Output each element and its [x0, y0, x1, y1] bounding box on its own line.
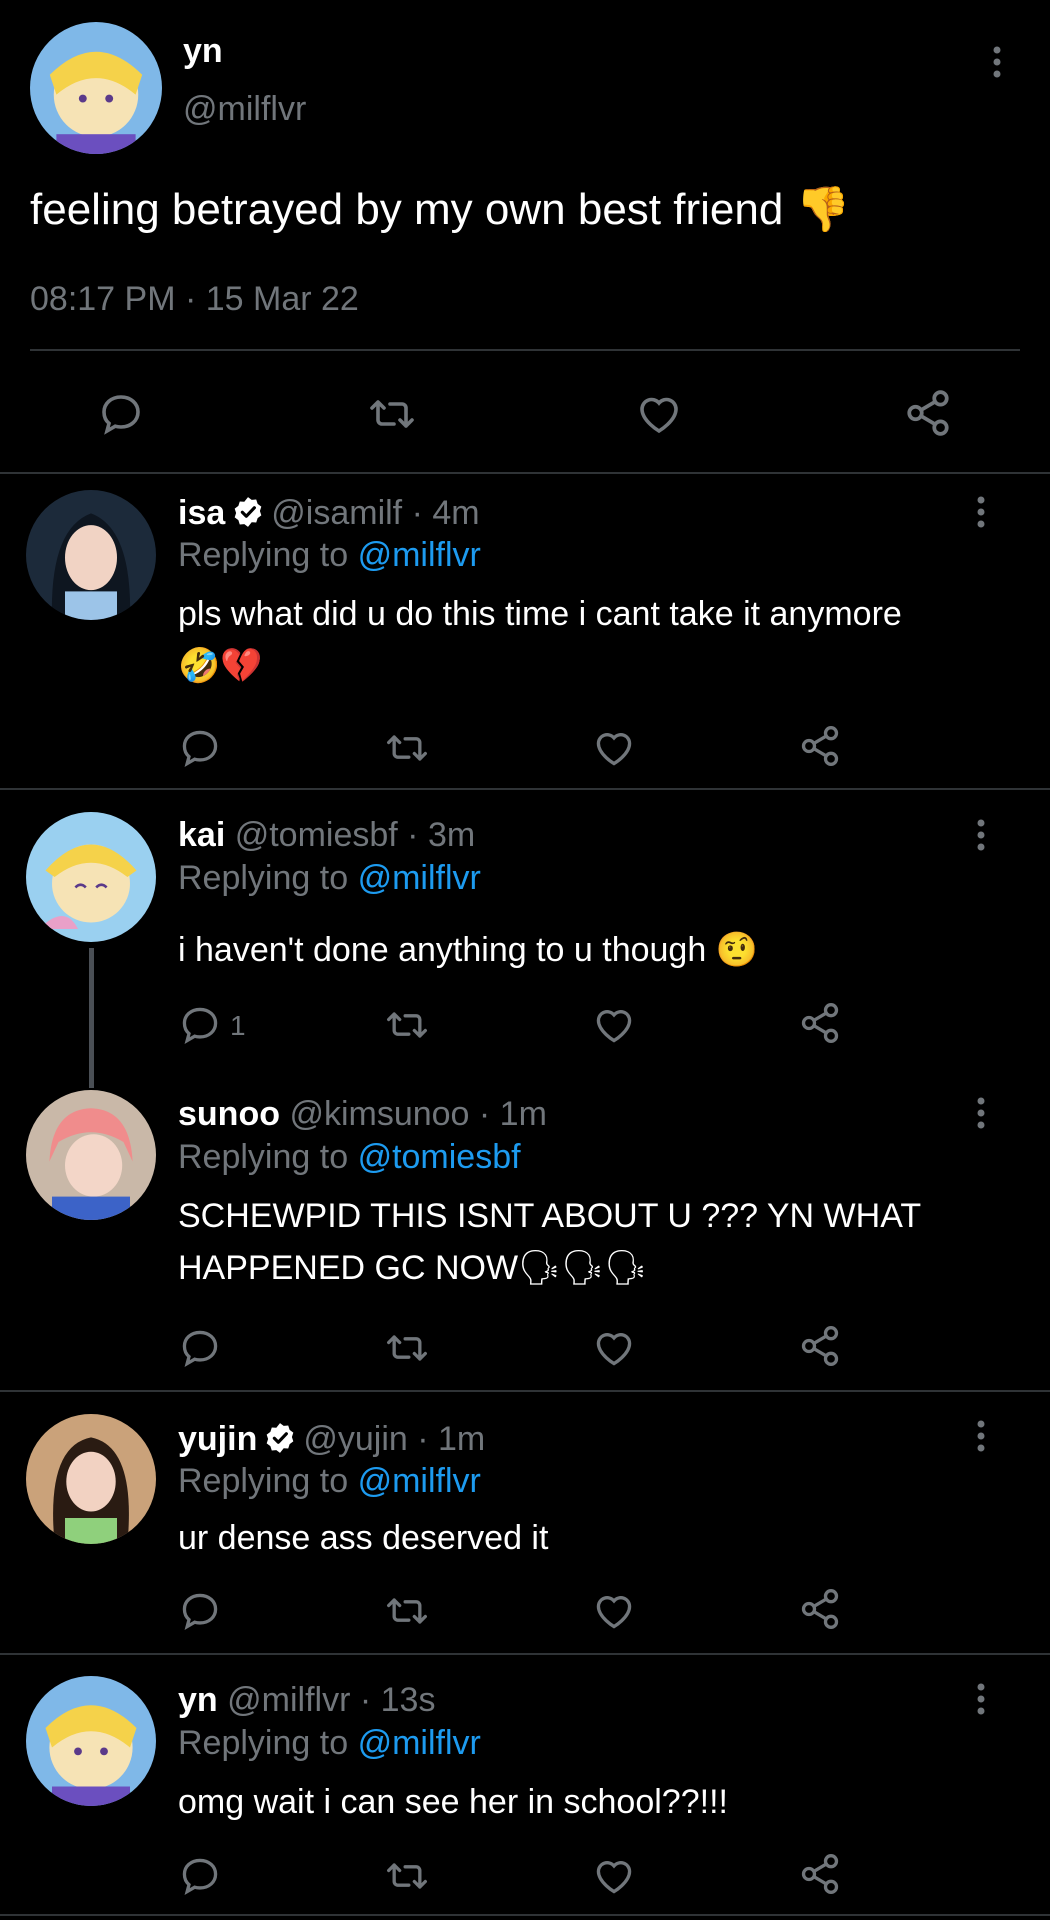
avatar-kai[interactable]: [26, 812, 156, 942]
replying-to-link[interactable]: @milflvr: [358, 859, 481, 897]
replying-label: Replying to: [178, 1138, 349, 1176]
divider: [0, 1653, 1050, 1655]
reply-header: isa @isamilf · 4m: [178, 494, 480, 533]
reply-icon[interactable]: [97, 390, 145, 438]
reply-text: SCHEWPID THIS ISNT ABOUT U ??? YN WHAT H…: [178, 1190, 921, 1294]
reply-icon[interactable]: [178, 726, 222, 770]
reply-header: yujin @yujin · 1m: [178, 1420, 485, 1459]
handle-time[interactable]: @tomiesbf · 3m: [235, 816, 475, 854]
reply-text-line: ur dense ass deserved it: [178, 1519, 549, 1557]
display-name[interactable]: yn: [178, 1681, 218, 1719]
reply-text: omg wait i can see her in school??!!!: [178, 1776, 728, 1828]
display-name[interactable]: sunoo: [178, 1095, 280, 1133]
reply-icon[interactable]: [178, 1854, 222, 1898]
display-name[interactable]: kai: [178, 816, 225, 854]
share-icon[interactable]: [798, 1587, 842, 1631]
replying-to-link[interactable]: @milflvr: [358, 1462, 481, 1500]
divider: [0, 1390, 1050, 1392]
verified-badge-icon: [231, 495, 265, 529]
share-icon[interactable]: [798, 724, 842, 768]
like-icon[interactable]: [592, 726, 636, 770]
reply-text-line: SCHEWPID THIS ISNT ABOUT U ??? YN WHAT: [178, 1197, 922, 1235]
reply-icon[interactable]: [178, 1326, 222, 1370]
like-icon[interactable]: [634, 390, 684, 438]
reply-text: pls what did u do this time i cant take …: [178, 588, 902, 692]
replying-to: Replying to @milflvr: [178, 1462, 481, 1501]
reply-text-line: omg wait i can see her in school??!!!: [178, 1783, 728, 1821]
replying-to: Replying to @milflvr: [178, 1724, 481, 1763]
share-icon[interactable]: [903, 388, 953, 438]
more-options-icon[interactable]: [971, 1093, 991, 1133]
main-handle[interactable]: @milflvr: [183, 90, 306, 129]
replying-label: Replying to: [178, 536, 349, 574]
main-timestamp: 08:17 PM · 15 Mar 22: [30, 280, 359, 318]
more-options-icon[interactable]: [971, 815, 991, 855]
reply-icon[interactable]: [178, 1589, 222, 1633]
reply-text-line: 🤣💔: [178, 647, 263, 685]
retweet-icon[interactable]: [365, 390, 419, 438]
divider: [0, 472, 1050, 474]
thread-line: [89, 948, 94, 1088]
reply-header: sunoo @kimsunoo · 1m: [178, 1095, 547, 1134]
reply-text-line: pls what did u do this time i cant take …: [178, 595, 902, 633]
handle-time[interactable]: @isamilf · 4m: [271, 494, 479, 532]
like-icon[interactable]: [592, 1326, 636, 1370]
reply-header: yn @milflvr · 13s: [178, 1681, 435, 1720]
avatar-yn[interactable]: [26, 1676, 156, 1806]
reply-text: i haven't done anything to u though 🤨: [178, 924, 758, 976]
like-icon[interactable]: [592, 1589, 636, 1633]
more-options-icon[interactable]: [971, 1416, 991, 1456]
reply-header: kai @tomiesbf · 3m: [178, 816, 475, 855]
replying-to: Replying to @milflvr: [178, 536, 481, 575]
reply-text: ur dense ass deserved it: [178, 1512, 548, 1564]
replying-to: Replying to @tomiesbf: [178, 1138, 521, 1177]
replying-label: Replying to: [178, 1724, 349, 1762]
reply-text-line: i haven't done anything to u though 🤨: [178, 931, 759, 969]
replying-to-link[interactable]: @milflvr: [358, 536, 481, 574]
more-options-icon[interactable]: [987, 42, 1007, 82]
share-icon[interactable]: [798, 1001, 842, 1045]
divider: [30, 349, 1020, 351]
avatar-sunoo[interactable]: [26, 1090, 156, 1220]
handle-time[interactable]: @yujin · 1m: [303, 1420, 485, 1458]
like-icon[interactable]: [592, 1003, 636, 1047]
more-options-icon[interactable]: [971, 492, 991, 532]
retweet-icon[interactable]: [383, 1003, 431, 1047]
divider: [0, 1914, 1050, 1916]
main-tweet-text: feeling betrayed by my own best friend 👎: [30, 185, 851, 234]
share-icon[interactable]: [798, 1852, 842, 1896]
replying-label: Replying to: [178, 859, 349, 897]
main-display-name[interactable]: yn: [183, 32, 223, 71]
share-icon[interactable]: [798, 1324, 842, 1368]
verified-badge-icon: [263, 1421, 297, 1455]
avatar-isa[interactable]: [26, 490, 156, 620]
retweet-icon[interactable]: [383, 1854, 431, 1898]
reply-icon[interactable]: [178, 1003, 222, 1047]
retweet-icon[interactable]: [383, 726, 431, 770]
handle-time[interactable]: @kimsunoo · 1m: [289, 1095, 546, 1133]
retweet-icon[interactable]: [383, 1589, 431, 1633]
like-icon[interactable]: [592, 1854, 636, 1898]
retweet-icon[interactable]: [383, 1326, 431, 1370]
divider: [0, 788, 1050, 790]
more-options-icon[interactable]: [971, 1679, 991, 1719]
reply-count: 1: [230, 1010, 246, 1041]
replying-to: Replying to @milflvr: [178, 859, 481, 898]
avatar-main[interactable]: [30, 22, 162, 154]
replying-label: Replying to: [178, 1462, 349, 1500]
display-name[interactable]: yujin: [178, 1420, 257, 1458]
avatar-yujin[interactable]: [26, 1414, 156, 1544]
display-name[interactable]: isa: [178, 494, 225, 532]
reply-text-line: HAPPENED GC NOW🗣🗣🗣: [178, 1249, 648, 1287]
replying-to-link[interactable]: @milflvr: [358, 1724, 481, 1762]
handle-time[interactable]: @milflvr · 13s: [227, 1681, 435, 1719]
replying-to-link[interactable]: @tomiesbf: [358, 1138, 521, 1176]
